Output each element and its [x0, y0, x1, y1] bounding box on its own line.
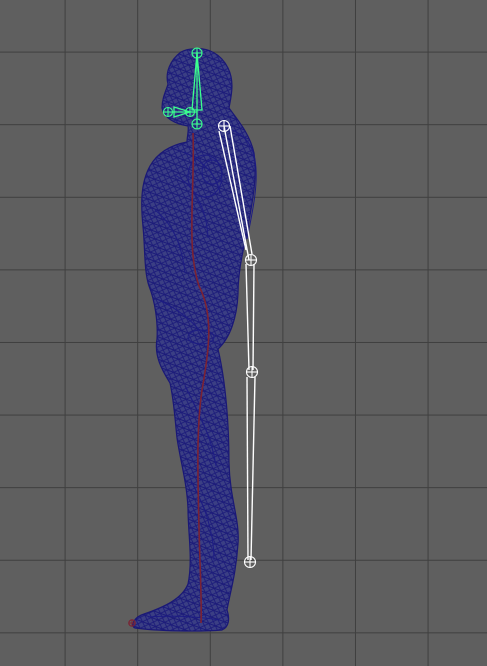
toe-marker[interactable]: [128, 619, 136, 627]
character-mesh[interactable]: [132, 48, 257, 632]
scene-canvas[interactable]: [0, 0, 487, 666]
side-view-viewport[interactable]: [0, 0, 487, 666]
